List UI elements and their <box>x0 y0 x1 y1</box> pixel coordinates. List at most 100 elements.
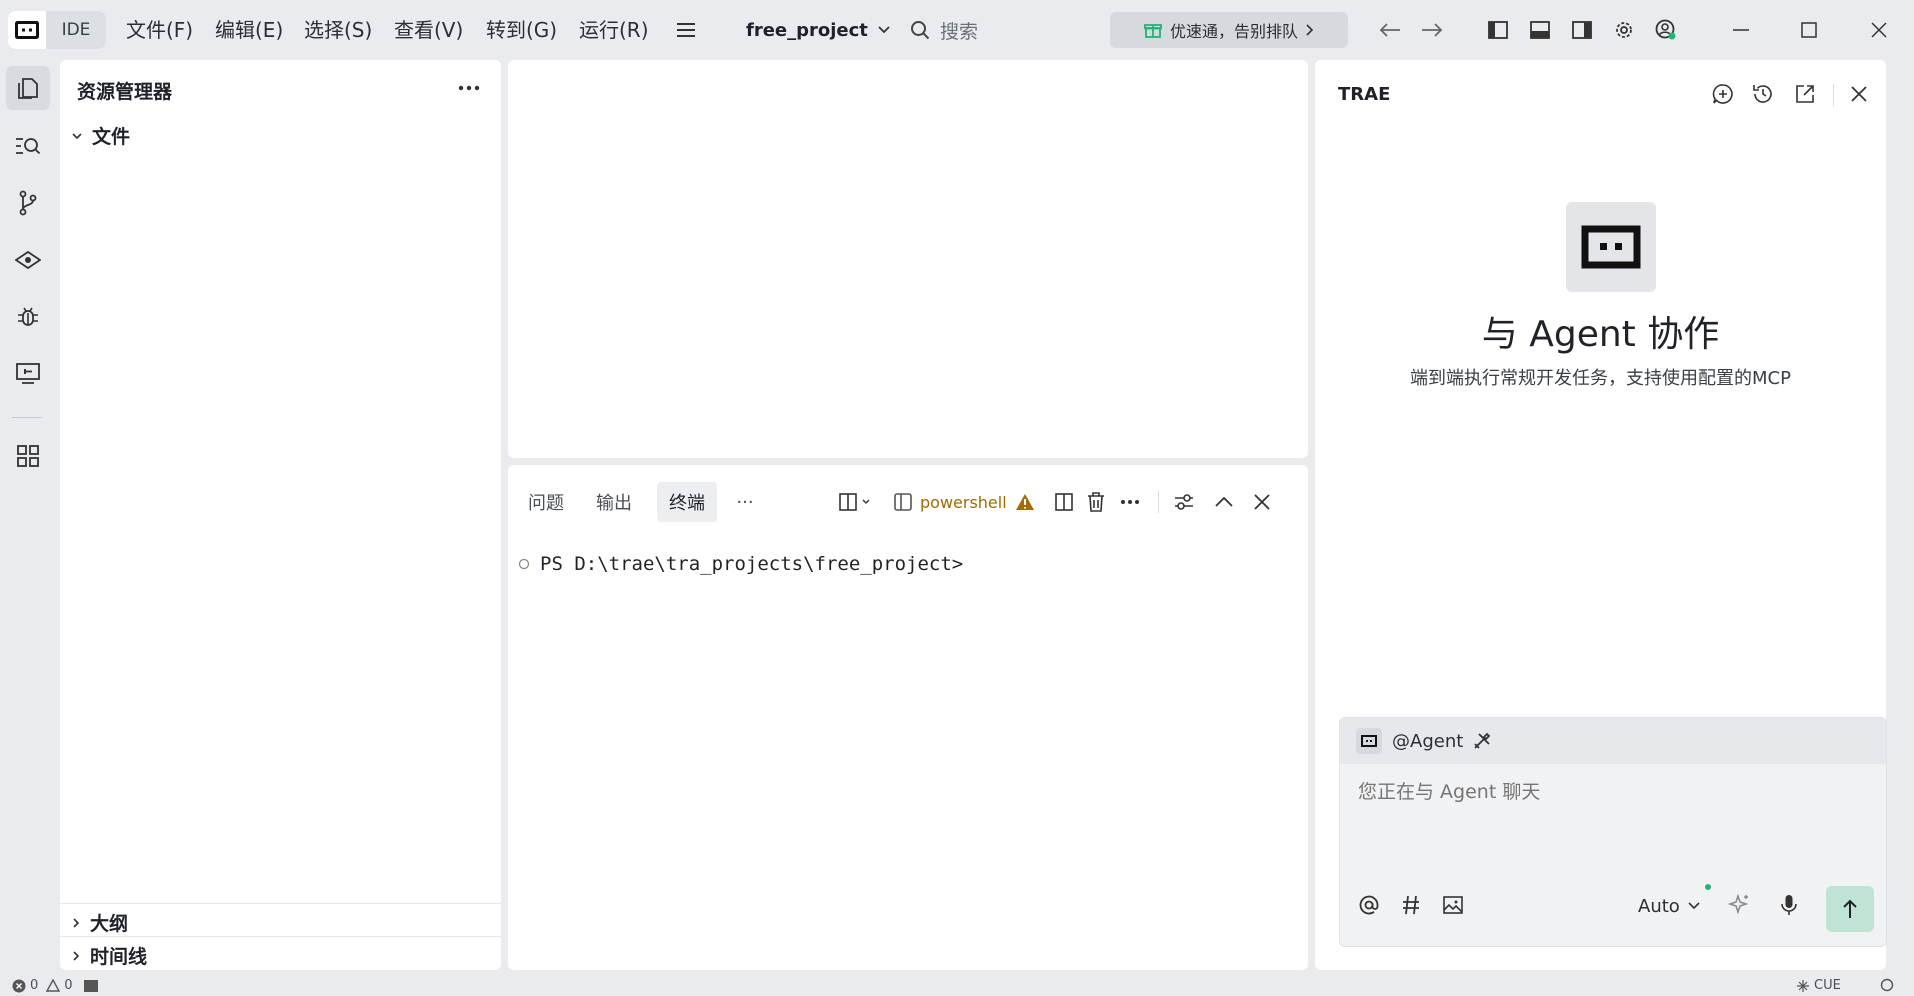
toggle-left-sidebar-icon[interactable] <box>1482 14 1514 46</box>
header-divider <box>1833 84 1834 106</box>
gear-icon[interactable] <box>1608 14 1640 46</box>
tools-icon[interactable] <box>1473 732 1491 750</box>
agent-panel: TRAE 与 Agent 协作 端到端执行常规开发任务，支持使用配置的MCP @… <box>1315 60 1887 970</box>
toggle-right-sidebar-icon[interactable] <box>1566 14 1598 46</box>
split-layout-dropdown[interactable] <box>834 488 878 516</box>
tab-problems[interactable]: 问题 <box>518 482 574 522</box>
toolbar-divider <box>1158 491 1159 513</box>
image-upload-icon[interactable] <box>1438 890 1468 920</box>
history-icon[interactable] <box>1747 78 1779 110</box>
tab-terminal[interactable]: 终端 <box>657 482 717 522</box>
title-bar: IDE 文件(F) 编辑(E) 选择(S) 查看(V) 转到(G) 运行(R) … <box>0 0 1914 60</box>
customize-sliders-icon[interactable] <box>1168 488 1200 516</box>
project-selector[interactable]: free_project <box>746 14 890 46</box>
search-box[interactable]: 搜索 <box>910 14 978 46</box>
timeline-label: 时间线 <box>90 946 148 968</box>
remote-monitor-icon[interactable] <box>6 352 50 396</box>
open-external-icon[interactable] <box>1789 78 1821 110</box>
model-selector[interactable]: Auto <box>1638 892 1700 920</box>
editor-area[interactable] <box>508 60 1308 458</box>
maximize-icon[interactable] <box>1784 10 1834 50</box>
model-name: Auto <box>1638 895 1680 917</box>
toggle-panel-icon[interactable] <box>1524 14 1556 46</box>
terminal-prompt: PS D:\trae\tra_projects\free_project> <box>540 553 964 575</box>
mention-at-icon[interactable] <box>1354 890 1384 920</box>
agent-avatar-icon <box>1356 728 1382 754</box>
explorer-title: 资源管理器 <box>77 81 173 103</box>
debug-bug-icon[interactable] <box>6 295 50 339</box>
tab-output[interactable]: 输出 <box>586 482 642 522</box>
promo-banner[interactable]: 优速通，告别排队 <box>1110 12 1348 48</box>
menu-file[interactable]: 文件(F) <box>126 16 193 44</box>
bottom-panel: 问题 输出 终端 ··· powershell PS D:\trae\tra_p… <box>508 465 1308 970</box>
menu-edit[interactable]: 编辑(E) <box>215 16 283 44</box>
forward-arrow-icon[interactable] <box>1416 14 1448 46</box>
chevron-right-icon <box>72 950 80 961</box>
model-status-dot <box>1705 884 1711 890</box>
tree-section-files[interactable]: 文件 <box>72 122 130 149</box>
terminal-output[interactable]: PS D:\trae\tra_projects\free_project> <box>518 553 963 575</box>
close-panel-icon[interactable] <box>1246 488 1278 516</box>
status-bar: 0 0 CUE <box>0 976 1914 996</box>
trae-agent-logo-icon <box>1566 202 1656 292</box>
extensions-grid-icon[interactable] <box>6 434 50 478</box>
chat-context-bar: @Agent <box>1340 718 1886 764</box>
section-divider <box>60 903 501 904</box>
section-divider <box>60 936 501 937</box>
send-arrow-up-icon[interactable] <box>1826 886 1874 932</box>
chat-input[interactable] <box>1356 780 1860 804</box>
close-panel-icon[interactable] <box>1843 78 1875 110</box>
maximize-panel-chevron-up-icon[interactable] <box>1208 488 1240 516</box>
language-mode[interactable]: CUE <box>1796 978 1841 993</box>
outline-label: 大纲 <box>90 913 129 935</box>
menu-selection[interactable]: 选择(S) <box>304 16 372 44</box>
activity-divider <box>12 417 42 418</box>
search-icon <box>910 20 930 40</box>
warning-count: 0 <box>64 978 73 993</box>
warning-icon <box>1015 493 1035 511</box>
agent-tag[interactable]: @Agent <box>1392 731 1463 752</box>
chevron-right-icon <box>72 917 80 928</box>
problems-summary[interactable]: 0 0 <box>12 978 99 993</box>
close-window-icon[interactable] <box>1854 10 1904 50</box>
terminal-split-icon <box>894 493 912 511</box>
hash-context-icon[interactable] <box>1396 890 1426 920</box>
trash-icon[interactable] <box>1080 488 1112 516</box>
menu-go[interactable]: 转到(G) <box>486 16 557 44</box>
files-label: 文件 <box>92 126 131 148</box>
terminal-instance[interactable]: powershell <box>894 488 1035 516</box>
split-terminal-icon[interactable] <box>1048 488 1080 516</box>
new-chat-icon[interactable] <box>1707 78 1739 110</box>
more-actions-icon[interactable] <box>1114 488 1146 516</box>
gift-icon <box>1144 21 1162 39</box>
chevron-down-icon <box>878 26 890 34</box>
sparkle-icon <box>1796 979 1810 993</box>
tree-section-outline[interactable]: 大纲 <box>72 909 128 936</box>
search-code-icon[interactable] <box>6 124 50 168</box>
account-icon[interactable] <box>1650 14 1682 46</box>
more-actions-icon[interactable] <box>453 74 485 102</box>
ide-mode-label[interactable]: IDE <box>46 11 106 49</box>
minimize-icon[interactable] <box>1716 10 1766 50</box>
notifications-bell-icon[interactable] <box>1880 978 1894 992</box>
activity-bar <box>0 60 54 976</box>
chevron-down-icon <box>72 132 82 140</box>
microphone-icon[interactable] <box>1774 890 1804 920</box>
chat-composer: @Agent Auto <box>1339 717 1887 947</box>
explorer-files-icon[interactable] <box>6 66 50 110</box>
hamburger-menu-icon[interactable] <box>670 16 702 44</box>
menu-view[interactable]: 查看(V) <box>394 16 463 44</box>
sparkle-enhance-icon[interactable] <box>1724 890 1754 920</box>
menu-run[interactable]: 运行(R) <box>579 16 649 44</box>
more-tabs-button[interactable]: ··· <box>730 482 760 522</box>
agent-heading: 与 Agent 协作 <box>1481 314 1720 355</box>
source-control-icon[interactable] <box>6 181 50 225</box>
trae-logo-icon[interactable] <box>8 11 46 49</box>
back-arrow-icon[interactable] <box>1374 14 1406 46</box>
warning-icon <box>46 979 61 992</box>
ports-icon <box>83 979 99 993</box>
error-count: 0 <box>30 978 39 993</box>
error-icon <box>12 979 26 993</box>
remote-explorer-icon[interactable] <box>6 238 50 282</box>
tree-section-timeline[interactable]: 时间线 <box>72 942 147 969</box>
